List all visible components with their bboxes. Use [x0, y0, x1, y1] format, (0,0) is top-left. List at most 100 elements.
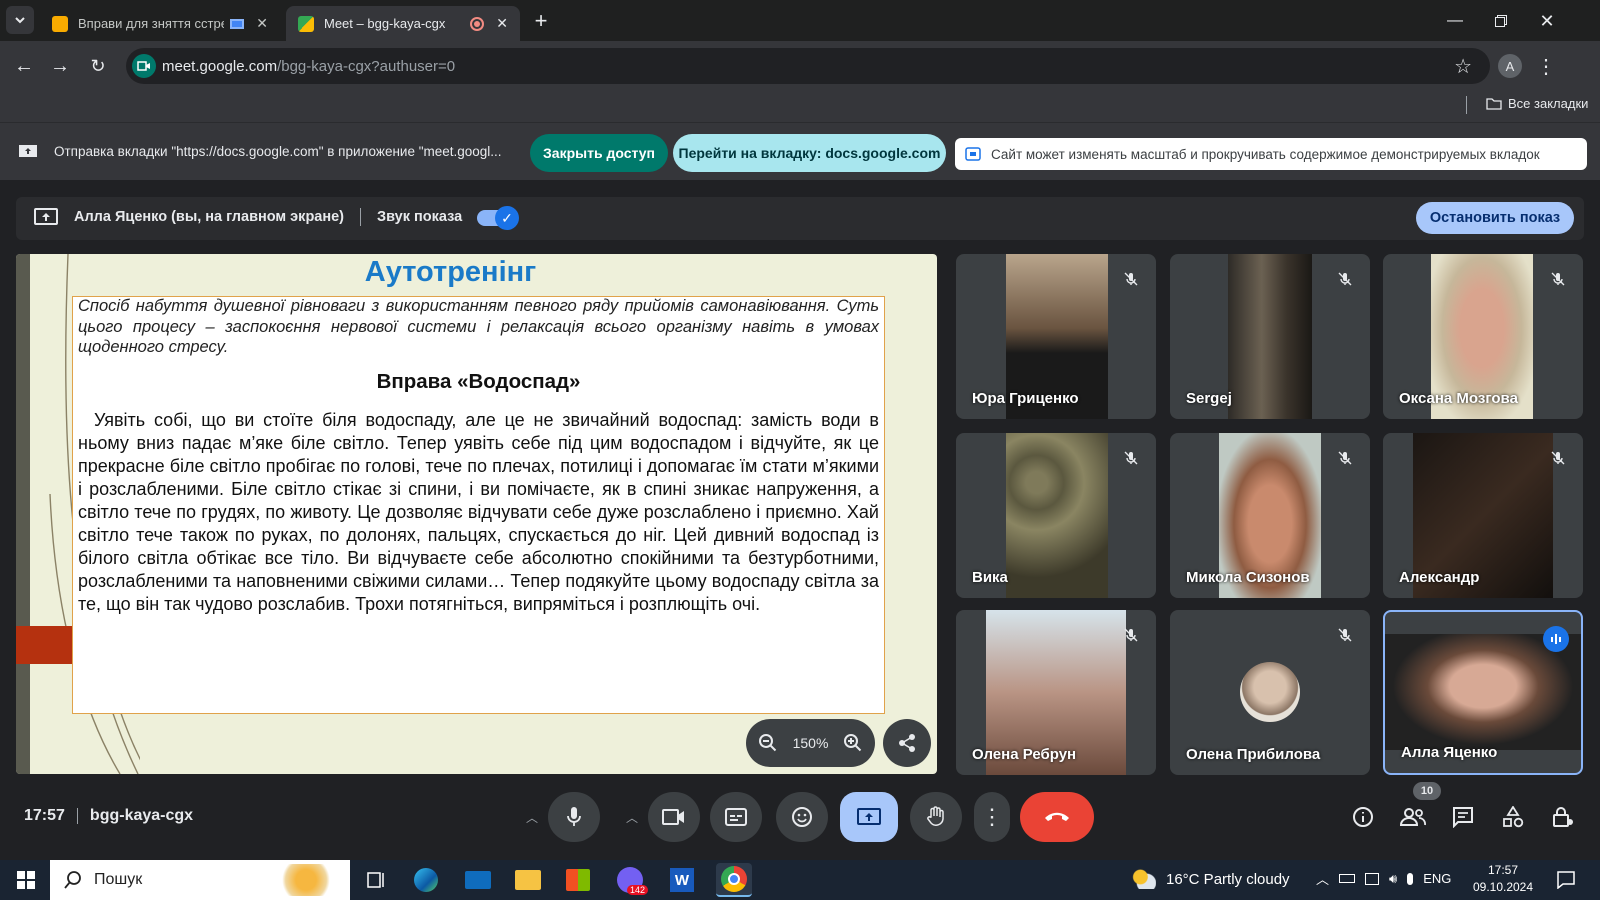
minimize-button[interactable]: —: [1440, 8, 1470, 34]
presented-slide: Аутотренінг Спосіб набуття душевної рівн…: [16, 254, 937, 774]
taskbar-app-chrome[interactable]: [716, 863, 752, 897]
meeting-code: bgg-kaya-cgx: [89, 807, 194, 824]
tab-meet[interactable]: Meet – bgg-kaya-cgx ✕: [286, 6, 520, 41]
language-indicator[interactable]: ENG: [1423, 871, 1451, 886]
notifications-button[interactable]: [1548, 863, 1584, 897]
close-window-button[interactable]: ✕: [1532, 8, 1562, 34]
leave-call-button[interactable]: [1020, 792, 1094, 842]
participant-tile[interactable]: Микола Сизонов: [1170, 433, 1370, 598]
chevron-down-icon: [15, 17, 25, 24]
avatar[interactable]: A: [1498, 54, 1522, 78]
clock[interactable]: 17:57 09.10.2024: [1468, 862, 1538, 896]
tab-docs[interactable]: Вправи для зняття сстресу ✕: [40, 6, 280, 41]
edge-icon: [414, 868, 438, 892]
participant-name: Юра Гриценко: [972, 390, 1079, 407]
chat-button[interactable]: [1446, 800, 1480, 834]
forward-button[interactable]: →: [46, 52, 74, 80]
viber-badge: 142: [626, 885, 648, 895]
hangup-icon: [1045, 812, 1069, 821]
slide-definition: Спосіб набуття душевної рівноваги з вико…: [78, 297, 879, 356]
participant-tile[interactable]: Sergej: [1170, 254, 1370, 419]
hand-icon: [927, 806, 944, 826]
taskbar-search[interactable]: Пошук: [50, 860, 350, 900]
present-button[interactable]: [840, 792, 898, 842]
avatar: [1240, 662, 1300, 722]
clock-time: 17:57: [1487, 863, 1519, 877]
participant-tile[interactable]: Олена Прибилова: [1170, 610, 1370, 775]
reload-button[interactable]: ↻: [84, 52, 112, 80]
sound-toggle[interactable]: ✓: [477, 206, 519, 230]
taskbar-app-viber[interactable]: 142: [612, 863, 648, 897]
weather-widget[interactable]: 16°C Partly cloudy: [1132, 869, 1290, 889]
people-icon: [1400, 808, 1426, 826]
taskbar-app-store[interactable]: [560, 863, 596, 897]
new-tab-button[interactable]: +: [528, 8, 554, 34]
microphone-button[interactable]: [548, 792, 600, 842]
microphone-icon[interactable]: [1407, 872, 1414, 885]
bookmarks-bar: [0, 90, 1600, 122]
close-tab-icon[interactable]: ✕: [256, 15, 268, 32]
close-tab-icon[interactable]: ✕: [496, 15, 508, 32]
stop-presenting-button[interactable]: Остановить показ: [1416, 202, 1574, 234]
video-options-button[interactable]: ︿: [616, 792, 648, 842]
share-message: Отправка вкладки "https://docs.google.co…: [54, 143, 502, 159]
participant-tile-self[interactable]: Алла Яценко: [1383, 610, 1583, 775]
url-path: /bgg-kaya-cgx?authuser=0: [277, 57, 456, 75]
raise-hand-button[interactable]: [910, 792, 962, 842]
battery-icon[interactable]: [1339, 874, 1356, 883]
captions-button[interactable]: [710, 792, 762, 842]
zoom-out-icon[interactable]: [758, 733, 778, 753]
back-button[interactable]: ←: [10, 52, 38, 80]
camera-site-icon[interactable]: [132, 54, 156, 78]
check-icon: ✓: [495, 206, 519, 230]
present-to-all-icon: [857, 808, 881, 825]
goto-tab-button[interactable]: Перейти на вкладку: docs.google.com: [673, 134, 946, 172]
taskbar-app-word[interactable]: W: [664, 863, 700, 897]
all-bookmarks[interactable]: Все закладки: [1486, 96, 1588, 111]
slide-red-accent: [16, 626, 72, 664]
notification-icon: [1557, 871, 1575, 889]
divider: [360, 208, 362, 226]
camera-button[interactable]: [648, 792, 700, 842]
stop-access-button[interactable]: Закрыть доступ: [530, 134, 668, 172]
bookmark-star-icon[interactable]: ☆: [1454, 54, 1472, 79]
activities-button[interactable]: [1496, 800, 1530, 834]
share-slide-button[interactable]: [883, 719, 931, 767]
task-view-button[interactable]: [358, 863, 394, 897]
browser-menu-icon[interactable]: ⋮: [1534, 52, 1558, 80]
address-bar[interactable]: meet.google.com/bgg-kaya-cgx?authuser=0 …: [126, 48, 1490, 84]
word-icon: W: [670, 868, 694, 892]
taskbar-app-edge[interactable]: [408, 863, 444, 897]
participant-tile[interactable]: Оксана Мозгова: [1383, 254, 1583, 419]
host-controls-button[interactable]: [1546, 800, 1580, 834]
participant-tile[interactable]: Александр: [1383, 433, 1583, 598]
participant-tile[interactable]: Олена Ребрун: [956, 610, 1156, 775]
start-button[interactable]: [8, 863, 44, 897]
taskbar-app-explorer[interactable]: [510, 863, 546, 897]
network-icon[interactable]: [1365, 872, 1380, 885]
audio-options-button[interactable]: ︿: [516, 792, 548, 842]
muted-mic-icon: [1332, 445, 1358, 471]
volume-icon[interactable]: 🔊︎: [1389, 871, 1397, 887]
captions-icon: [725, 808, 747, 826]
muted-mic-icon: [1332, 266, 1358, 292]
windows-logo-icon: [17, 871, 35, 889]
zoom-in-icon[interactable]: [843, 733, 863, 753]
restore-icon: [1495, 15, 1507, 27]
more-options-button[interactable]: ⋮: [974, 792, 1010, 842]
participant-tile[interactable]: Вика: [956, 433, 1156, 598]
store-icon: [566, 869, 590, 891]
restore-button[interactable]: [1486, 8, 1516, 34]
participant-tile[interactable]: Юра Гриценко: [956, 254, 1156, 419]
docs-favicon-icon: [52, 15, 68, 32]
taskbar-app-mail[interactable]: [460, 863, 496, 897]
reactions-button[interactable]: [776, 792, 828, 842]
speaking-indicator-icon: [1543, 626, 1569, 652]
share-tab-icon: [19, 145, 37, 157]
chevron-up-icon[interactable]: ︿: [1316, 869, 1329, 888]
tab-title: Meet – bgg-kaya-cgx: [324, 16, 446, 31]
people-button[interactable]: [1396, 800, 1430, 834]
meeting-details-button[interactable]: [1346, 800, 1380, 834]
presenting-info: Алла Яценко (вы, на главном экране) Звук…: [34, 207, 462, 227]
tab-search-button[interactable]: [6, 6, 34, 34]
